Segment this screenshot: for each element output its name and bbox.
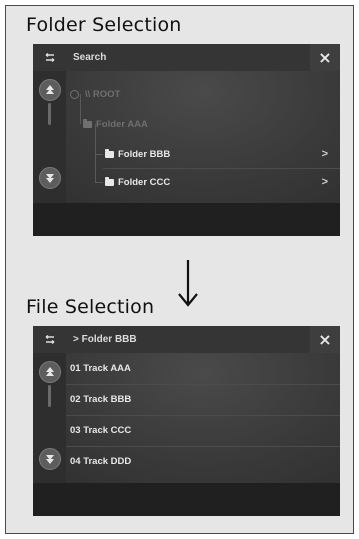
folder-selection-title: Folder Selection bbox=[26, 14, 182, 36]
tree-item-label: \\ ROOT bbox=[85, 88, 121, 100]
folder-icon bbox=[105, 148, 114, 158]
back-arrow-icon bbox=[45, 52, 54, 62]
row-divider bbox=[66, 415, 340, 416]
root-icon bbox=[70, 89, 79, 99]
scroll-down-icon bbox=[46, 455, 54, 464]
tree-item-label: Folder AAA bbox=[96, 118, 148, 130]
close-button[interactable]: × bbox=[310, 44, 340, 71]
screen-footer bbox=[33, 203, 340, 236]
scroll-up-button[interactable] bbox=[39, 361, 61, 383]
scroll-up-button[interactable] bbox=[39, 79, 61, 101]
screen-footer bbox=[33, 483, 340, 516]
scroll-thumb[interactable] bbox=[48, 385, 51, 407]
back-button[interactable] bbox=[33, 44, 66, 71]
scroll-column bbox=[33, 71, 66, 203]
tree-item-folder-bbb[interactable]: Folder BBB > bbox=[105, 146, 340, 162]
back-arrow-icon bbox=[45, 334, 54, 344]
tree-item-root[interactable]: \\ ROOT bbox=[70, 86, 340, 102]
scroll-down-button[interactable] bbox=[39, 167, 61, 189]
folder-icon bbox=[105, 176, 114, 186]
tree-connector bbox=[95, 182, 103, 183]
track-list-item[interactable]: 02 Track BBB bbox=[70, 391, 340, 407]
tree-item-folder-aaa[interactable]: Folder AAA bbox=[83, 116, 340, 132]
track-label: 01 Track AAA bbox=[70, 362, 131, 374]
scroll-down-button[interactable] bbox=[39, 448, 61, 470]
tree-connector bbox=[95, 124, 96, 182]
tree-item-label: Folder CCC bbox=[118, 176, 171, 188]
scroll-up-icon bbox=[46, 367, 54, 376]
chevron-right-icon: > bbox=[321, 176, 328, 188]
track-label: 03 Track CCC bbox=[70, 424, 132, 436]
row-divider bbox=[66, 446, 340, 447]
down-arrow-icon bbox=[178, 260, 198, 307]
track-label: 04 Track DDD bbox=[70, 455, 132, 467]
screen-header: > Folder BBB × bbox=[33, 326, 340, 353]
back-button[interactable] bbox=[33, 326, 66, 353]
screen-header: Search × bbox=[33, 44, 340, 71]
track-list-item[interactable]: 04 Track DDD bbox=[70, 453, 340, 469]
chevron-right-icon: > bbox=[321, 148, 328, 160]
transition-arrow bbox=[176, 258, 200, 308]
folder-selection-screen: Search × \\ ROOT Folder AAA Folder BBB >… bbox=[33, 44, 340, 236]
row-divider bbox=[66, 384, 340, 385]
close-icon: × bbox=[318, 48, 332, 67]
scroll-up-icon bbox=[46, 85, 54, 94]
tree-connector bbox=[95, 154, 103, 155]
tree-item-label: Folder BBB bbox=[118, 148, 171, 160]
folder-icon bbox=[83, 118, 92, 128]
row-divider bbox=[103, 168, 340, 169]
screen-title: > Folder BBB bbox=[73, 334, 137, 345]
track-list-item[interactable]: 01 Track AAA bbox=[70, 360, 340, 376]
track-label: 02 Track BBB bbox=[70, 393, 132, 405]
file-selection-title: File Selection bbox=[26, 296, 155, 318]
manual-figure-frame: Folder Selection Search × \\ ROOT Folder… bbox=[5, 5, 354, 534]
screen-title: Search bbox=[73, 52, 107, 63]
scroll-thumb[interactable] bbox=[48, 103, 51, 125]
file-selection-screen: > Folder BBB × 01 Track AAA 02 Track BBB… bbox=[33, 326, 340, 516]
close-icon: × bbox=[318, 330, 332, 349]
track-list-item[interactable]: 03 Track CCC bbox=[70, 422, 340, 438]
close-button[interactable]: × bbox=[310, 326, 340, 353]
scroll-down-icon bbox=[46, 174, 54, 183]
tree-item-folder-ccc[interactable]: Folder CCC > bbox=[105, 174, 340, 190]
scroll-column bbox=[33, 353, 66, 483]
